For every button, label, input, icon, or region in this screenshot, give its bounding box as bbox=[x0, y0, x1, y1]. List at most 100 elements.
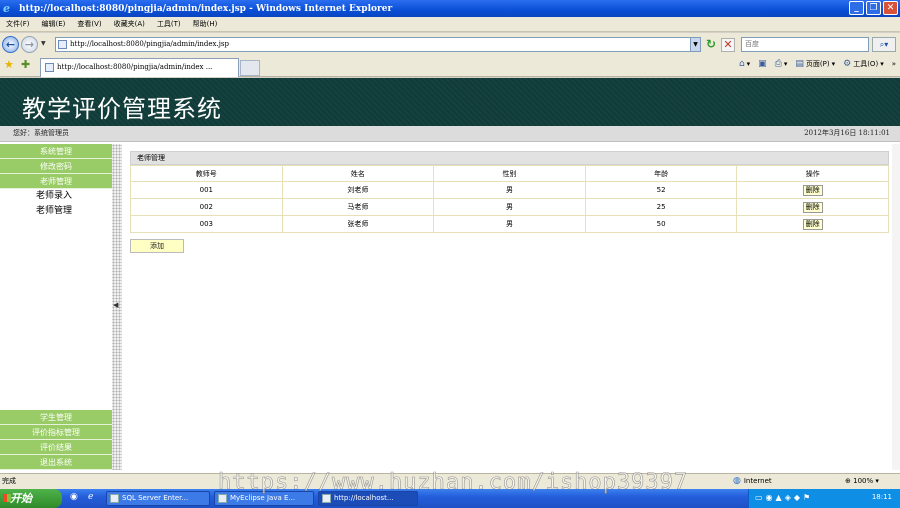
menu-help[interactable]: 帮助(H) bbox=[193, 19, 218, 29]
sidebar-item-system[interactable]: 系统管理 bbox=[0, 144, 112, 159]
delete-button[interactable]: 删除 bbox=[802, 218, 823, 230]
menu-edit[interactable]: 编辑(E) bbox=[42, 19, 66, 29]
menu-tools[interactable]: 工具(T) bbox=[157, 19, 181, 29]
panel-title: 老师管理 bbox=[130, 151, 889, 165]
windows-flag-icon bbox=[3, 494, 11, 502]
close-button[interactable]: ✕ bbox=[883, 1, 898, 15]
cell-name: 刘老师 bbox=[281, 181, 435, 199]
refresh-icon[interactable]: ↻ bbox=[704, 38, 718, 52]
window-titlebar[interactable]: e http://localhost:8080/pingjia/admin/in… bbox=[0, 0, 900, 17]
gear-icon: ⚙ bbox=[843, 59, 852, 69]
zone-label: Internet bbox=[743, 477, 772, 485]
current-datetime: 2012年3月16日 18:11:01 bbox=[804, 129, 890, 137]
home-button[interactable]: ⌂ ▾ bbox=[739, 59, 750, 69]
maximize-button[interactable]: ❐ bbox=[866, 1, 881, 15]
print-button[interactable]: ⎙ ▾ bbox=[775, 59, 788, 69]
start-button[interactable]: 开始 bbox=[0, 489, 62, 508]
search-input[interactable]: 百度 bbox=[741, 37, 869, 52]
greeting-text: 您好：系统管理员 bbox=[13, 129, 69, 137]
cell-id: 001 bbox=[130, 181, 283, 199]
task-label: MyEclipse Java E... bbox=[230, 494, 296, 502]
cell-action: 删除 bbox=[736, 198, 889, 216]
address-url: http://localhost:8080/pingjia/admin/inde… bbox=[70, 40, 229, 48]
main-content: 老师管理 教师号 姓名 性别 年龄 操作 001 刘老师 男 52 删除 002… bbox=[130, 151, 890, 253]
tools-menu-label: 工具(O) bbox=[853, 60, 879, 68]
cell-gender: 男 bbox=[433, 215, 586, 233]
task-label: http://localhost... bbox=[334, 494, 394, 502]
favorites-star-icon[interactable]: ★ bbox=[4, 59, 14, 71]
task-sql-server[interactable]: SQL Server Enter... bbox=[106, 491, 210, 506]
zoom-value: 100% bbox=[853, 477, 874, 485]
app-icon bbox=[322, 494, 331, 503]
tab-page-icon bbox=[45, 63, 54, 72]
table-row: 002 马老师 男 25 删除 bbox=[130, 198, 889, 216]
table-row: 003 张老师 男 50 删除 bbox=[130, 215, 889, 233]
task-myeclipse[interactable]: MyEclipse Java E... bbox=[214, 491, 314, 506]
teacher-table: 教师号 姓名 性别 年龄 操作 001 刘老师 男 52 删除 002 马老师 bbox=[130, 165, 889, 233]
delete-button[interactable]: 删除 bbox=[802, 201, 823, 213]
tab-bar: ★ ✚ http://localhost:8080/pingjia/admin/… bbox=[0, 55, 900, 77]
menu-view[interactable]: 查看(V) bbox=[77, 19, 101, 29]
tray-icons[interactable]: ▭◉▲◈◆⚑ bbox=[755, 493, 813, 502]
menu-file[interactable]: 文件(F) bbox=[6, 19, 30, 29]
sidebar-item-results[interactable]: 评价结果 bbox=[0, 440, 112, 455]
cell-action: 删除 bbox=[736, 181, 889, 199]
search-icon[interactable]: ⌕▾ bbox=[872, 37, 896, 52]
new-tab-button[interactable] bbox=[240, 60, 260, 76]
toolbar-overflow-button[interactable]: » bbox=[892, 60, 896, 68]
menubar: 文件(F) 编辑(E) 查看(V) 收藏夹(A) 工具(T) 帮助(H) bbox=[0, 17, 900, 32]
clock: 18:11 bbox=[871, 493, 892, 501]
sidebar-item-student-management[interactable]: 学生管理 bbox=[0, 410, 112, 425]
stop-icon[interactable]: ✕ bbox=[721, 38, 735, 52]
cell-age: 52 bbox=[584, 181, 738, 199]
sidebar-item-logout[interactable]: 退出系统 bbox=[0, 455, 112, 470]
task-ie[interactable]: http://localhost... bbox=[318, 491, 418, 506]
app-banner: 教学评价管理系统 bbox=[0, 78, 900, 126]
feeds-button[interactable]: ▣ bbox=[758, 59, 767, 69]
address-dropdown-icon[interactable]: ▼ bbox=[690, 38, 700, 51]
status-text: 完成 bbox=[2, 477, 16, 485]
security-zone[interactable]: ◍ Internet bbox=[733, 474, 772, 489]
home-icon: ⌂ bbox=[738, 59, 745, 69]
page-icon bbox=[58, 40, 67, 49]
quick-launch-ie-icon[interactable]: ℯ bbox=[88, 492, 93, 502]
menu-favorites[interactable]: 收藏夹(A) bbox=[114, 19, 145, 29]
add-favorites-icon[interactable]: ✚ bbox=[21, 59, 30, 71]
sidebar-subitem-teacher-manage[interactable]: 老师管理 bbox=[0, 204, 112, 219]
system-title: 教学评价管理系统 bbox=[22, 95, 222, 123]
command-bar: ⌂ ▾ ▣ ⎙ ▾ ▤ 页面(P) ▾ ⚙ 工具(O) ▾ » bbox=[739, 59, 896, 69]
back-button[interactable]: ← bbox=[2, 36, 19, 53]
sidebar-subitem-teacher-entry[interactable]: 老师录入 bbox=[0, 189, 112, 204]
vertical-scrollbar[interactable] bbox=[892, 144, 900, 470]
column-header: 姓名 bbox=[281, 165, 435, 182]
page-menu-button[interactable]: ▤ 页面(P) ▾ bbox=[795, 59, 835, 69]
app-icon bbox=[218, 494, 227, 503]
cell-id: 002 bbox=[130, 198, 283, 216]
add-teacher-button[interactable]: 添加 bbox=[130, 239, 184, 253]
app-icon bbox=[110, 494, 119, 503]
sidebar-splitter[interactable]: ◀ bbox=[112, 144, 122, 470]
tab-current[interactable]: http://localhost:8080/pingjia/admin/inde… bbox=[40, 58, 239, 77]
window-title: http://localhost:8080/pingjia/admin/inde… bbox=[19, 3, 393, 14]
sidebar-item-change-password[interactable]: 修改密码 bbox=[0, 159, 112, 174]
cell-action: 删除 bbox=[736, 215, 889, 233]
task-label: SQL Server Enter... bbox=[122, 494, 189, 502]
sidebar-item-teacher-management[interactable]: 老师管理 bbox=[0, 174, 112, 189]
tools-menu-button[interactable]: ⚙ 工具(O) ▾ bbox=[843, 59, 884, 69]
forward-button[interactable]: → bbox=[21, 36, 38, 53]
tab-label: http://localhost:8080/pingjia/admin/inde… bbox=[57, 63, 213, 71]
address-input[interactable]: http://localhost:8080/pingjia/admin/inde… bbox=[55, 37, 701, 52]
delete-button[interactable]: 删除 bbox=[802, 184, 823, 196]
sidebar-item-criteria-management[interactable]: 评价指标管理 bbox=[0, 425, 112, 440]
minimize-button[interactable]: _ bbox=[849, 1, 864, 15]
cell-age: 25 bbox=[584, 198, 738, 216]
column-header: 操作 bbox=[736, 165, 889, 182]
user-info-bar: 您好：系统管理员 2012年3月16日 18:11:01 bbox=[0, 126, 900, 142]
page-menu-label: 页面(P) bbox=[805, 60, 830, 68]
recent-pages-dropdown-icon[interactable]: ▼ bbox=[41, 40, 46, 47]
ie-logo-icon: e bbox=[3, 1, 10, 15]
collapse-arrow-icon[interactable]: ◀ bbox=[113, 301, 118, 309]
zoom-level[interactable]: ⊕ 100% ▾ bbox=[845, 474, 879, 489]
quick-launch-icon[interactable]: ◉ bbox=[70, 492, 78, 502]
page-menu-icon: ▤ bbox=[795, 59, 804, 69]
